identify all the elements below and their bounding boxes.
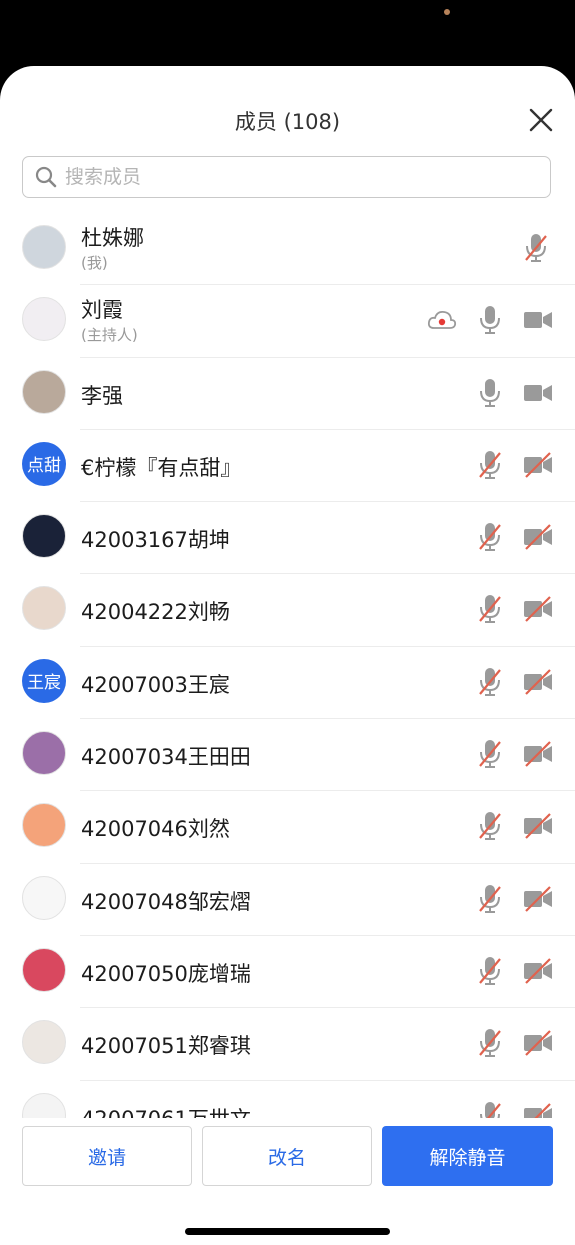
microphone-muted-icon[interactable] [477,593,503,629]
member-name: 42007048邹宏熠 [81,889,251,914]
members-sheet: 成员 (108) 杜姝娜 (我) 刘霞 (主持人) 李强点甜 €柠檬『有点甜』 420031… [0,66,575,1245]
microphone-muted-icon[interactable] [477,521,503,557]
member-row[interactable]: 42007048邹宏熠 [0,862,575,935]
member-row[interactable]: 42007061万世文 [0,1079,575,1118]
member-name: 42007050庞增瑞 [81,961,251,986]
member-name: 42007003王宸 [81,672,230,697]
member-name: 42007051郑睿琪 [81,1034,251,1059]
avatar [22,369,66,414]
member-row[interactable]: 42007034王田田 [0,718,575,790]
microphone-muted-icon[interactable] [477,883,503,919]
member-role-tag: (我) [81,254,108,272]
member-row[interactable]: 李强 [0,356,575,429]
member-row[interactable]: 42007046刘然 [0,790,575,862]
member-row[interactable]: 杜姝娜 (我) [0,212,575,284]
camera-off-icon[interactable] [523,1027,553,1063]
microphone-muted-icon[interactable] [477,1100,503,1118]
avatar [22,586,66,631]
search-input[interactable] [63,165,507,189]
avatar [22,1092,66,1118]
member-row[interactable]: 42004222刘畅 [0,573,575,645]
unmute-all-button[interactable]: 解除静音 [382,1126,553,1186]
member-row[interactable]: 刘霞 (主持人) [0,284,575,356]
member-row[interactable]: 42007050庞增瑞 [0,934,575,1007]
footer: 邀请 改名 解除静音 [0,1118,575,1245]
member-name: 42007061万世文 [81,1103,251,1118]
member-name: 42004222刘畅 [81,600,230,625]
invite-button[interactable]: 邀请 [22,1126,192,1186]
microphone-muted-icon[interactable] [477,666,503,702]
camera-off-icon[interactable] [523,810,553,846]
microphone-icon[interactable] [477,304,503,340]
member-row[interactable]: 点甜 €柠檬『有点甜』 [0,428,575,501]
camera-off-icon[interactable] [523,883,553,919]
member-role-tag: (主持人) [81,326,138,345]
member-row[interactable]: 42003167胡坤 [0,501,575,573]
avatar [22,297,66,342]
camera-indicator [444,9,450,15]
avatar [22,225,66,269]
member-list[interactable]: 杜姝娜 (我) 刘霞 (主持人) 李强点甜 €柠檬『有点甜』 42003167胡坤 42004… [0,212,575,1118]
avatar [22,803,66,848]
microphone-muted-icon[interactable] [477,810,503,846]
avatar: 点甜 [22,441,66,486]
microphone-muted-icon[interactable] [477,955,503,991]
member-name: 李强 [81,383,123,408]
member-name: €柠檬『有点甜』 [81,455,242,480]
rename-button[interactable]: 改名 [202,1126,372,1186]
avatar [22,514,66,559]
camera-off-icon[interactable] [523,666,553,702]
microphone-muted-icon[interactable] [477,449,503,485]
member-name: 42007046刘然 [81,817,230,842]
microphone-muted-icon[interactable] [477,738,503,774]
avatar [22,1020,66,1065]
avatar: 王宸 [22,658,66,703]
camera-icon[interactable] [523,304,553,340]
camera-off-icon[interactable] [523,521,553,557]
member-row[interactable]: 42007051郑睿琪 [0,1007,575,1079]
home-indicator [185,1228,390,1235]
microphone-muted-icon[interactable] [477,1027,503,1063]
header: 成员 (108) [0,66,575,156]
camera-icon[interactable] [523,377,553,413]
page-title: 成员 (108) [234,110,341,134]
member-name: 42007034王田田 [81,745,251,770]
member-name: 刘霞 [81,298,123,323]
member-row[interactable]: 王宸 42007003王宸 [0,645,575,718]
camera-off-icon[interactable] [523,449,553,485]
avatar [22,875,66,920]
member-name: 杜姝娜 [81,226,144,250]
camera-off-icon[interactable] [523,955,553,991]
avatar [22,947,66,992]
camera-off-icon[interactable] [523,738,553,774]
microphone-icon[interactable] [477,377,503,413]
camera-off-icon[interactable] [523,593,553,629]
camera-off-icon[interactable] [523,1100,553,1118]
search-icon [35,166,57,188]
close-icon[interactable] [527,106,555,134]
avatar [22,731,66,776]
member-name: 42003167胡坤 [81,528,230,553]
search-bar[interactable] [22,156,551,198]
cloud-recording-icon[interactable] [427,308,457,336]
microphone-muted-icon[interactable] [523,232,549,268]
